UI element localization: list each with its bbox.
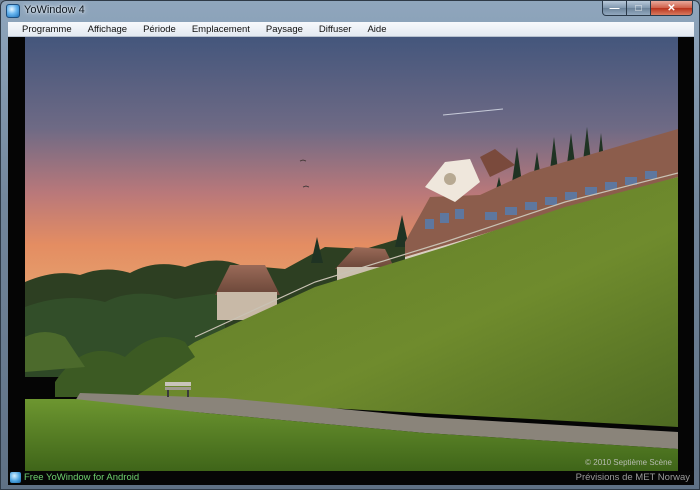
menu-diffuser[interactable]: Diffuser [311, 22, 360, 37]
maximize-button[interactable]: □ [627, 1, 651, 16]
menu-paysage[interactable]: Paysage [258, 22, 311, 37]
app-window: YoWindow 4 — □ ✕ Programme Affichage Pér… [0, 0, 700, 490]
photo-copyright: © 2010 Septième Scène [585, 458, 672, 467]
weather-view[interactable]: © 2010 Septième Scène Free YoWindow for … [8, 37, 694, 485]
minimize-icon: — [609, 2, 620, 14]
close-icon: ✕ [667, 2, 676, 14]
status-bar: Free YoWindow for Android Prévisions de … [8, 471, 694, 485]
landscape-illustration [25, 37, 678, 471]
menu-aide[interactable]: Aide [359, 22, 394, 37]
yowindow-app-icon[interactable] [6, 4, 20, 18]
close-button[interactable]: ✕ [651, 1, 693, 16]
window-title: YoWindow 4 [24, 4, 85, 16]
android-app-icon[interactable] [10, 472, 21, 483]
android-promo-link[interactable]: Free YoWindow for Android [24, 472, 139, 483]
menu-periode[interactable]: Période [135, 22, 184, 37]
menu-affichage[interactable]: Affichage [80, 22, 135, 37]
maximize-icon: □ [635, 2, 642, 14]
minimize-button[interactable]: — [602, 1, 627, 16]
menu-programme[interactable]: Programme [14, 22, 80, 37]
forecast-credit-link[interactable]: Prévisions de MET Norway [576, 472, 690, 483]
menu-emplacement[interactable]: Emplacement [184, 22, 258, 37]
menu-bar: Programme Affichage Période Emplacement … [8, 22, 694, 37]
title-bar[interactable]: YoWindow 4 — □ ✕ [1, 1, 699, 21]
landscape-scene[interactable]: © 2010 Septième Scène [25, 37, 678, 471]
window-controls: — □ ✕ [602, 1, 693, 18]
